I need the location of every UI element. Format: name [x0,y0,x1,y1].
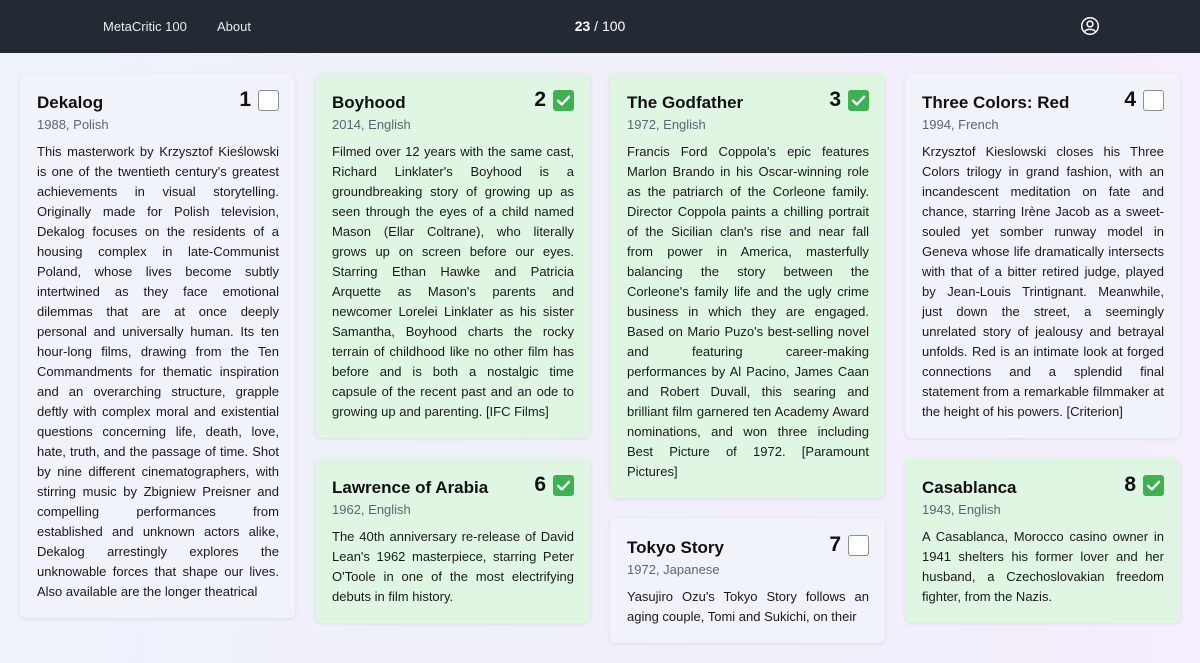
column-4: Three Colors: Red 4 1994, French Krzyszt… [905,73,1180,643]
film-description: This masterwork by Krzysztof Kieślowski … [37,144,279,599]
watched-checkbox[interactable] [258,90,279,111]
top-navbar: MetaCritic 100 About 23 / 100 [0,0,1200,53]
watched-checkbox[interactable] [848,90,869,111]
watched-checkbox[interactable] [848,535,869,556]
progress-current: 23 [574,18,591,34]
film-meta: 1988, Polish [37,117,109,132]
film-card: Boyhood 2 2014, English Filmed over 12 y… [315,73,590,438]
film-description: Krzysztof Kieslowski closes his Three Co… [922,144,1164,419]
user-circle-icon[interactable] [1080,16,1100,36]
watched-checkbox[interactable] [1143,90,1164,111]
film-meta: 1972, Japanese [627,562,720,577]
film-description: Francis Ford Coppola's epic features Mar… [627,144,869,479]
film-title: Casablanca [922,478,1017,497]
film-description: The 40th anniversary re-release of David… [332,529,574,604]
film-card: The Godfather 3 1972, English Francis Fo… [610,73,885,498]
watched-checkbox[interactable] [553,90,574,111]
film-title: Tokyo Story [627,538,724,557]
film-title: Dekalog [37,93,104,112]
watched-checkbox[interactable] [553,475,574,496]
film-rank: 4 [1124,88,1136,111]
film-card: Lawrence of Arabia 6 1962, English The 4… [315,458,590,623]
film-description: Yasujiro Ozu's Tokyo Story follows an ag… [627,589,869,624]
film-title: Boyhood [332,93,406,112]
film-title: Lawrence of Arabia [332,478,489,497]
progress-total: 100 [601,18,626,34]
film-title: The Godfather [627,93,744,112]
film-rank: 3 [829,88,841,111]
film-rank: 2 [534,88,546,111]
film-rank: 1 [239,88,251,111]
film-rank: 6 [534,473,546,496]
film-card: Three Colors: Red 4 1994, French Krzyszt… [905,73,1180,438]
film-title: Three Colors: Red [922,93,1070,112]
progress-counter: 23 / 100 [0,0,1200,53]
film-meta: 2014, English [332,117,411,132]
film-rank: 7 [829,533,841,556]
column-2: Boyhood 2 2014, English Filmed over 12 y… [315,73,590,643]
film-description: Filmed over 12 years with the same cast,… [332,144,574,419]
film-card: Tokyo Story 7 1972, Japanese Yasujiro Oz… [610,518,885,643]
film-meta: 1994, French [922,117,999,132]
column-3: The Godfather 3 1972, English Francis Fo… [610,73,885,663]
film-card: Casablanca 8 1943, English A Casablanca,… [905,458,1180,623]
film-meta: 1962, English [332,502,411,517]
film-meta: 1972, English [627,117,706,132]
film-description: A Casablanca, Morocco casino owner in 19… [922,529,1164,604]
film-rank: 8 [1124,473,1136,496]
film-meta: 1943, English [922,502,1001,517]
progress-separator: / [590,18,602,34]
watched-checkbox[interactable] [1143,475,1164,496]
film-card: Dekalog 1 1988, Polish This masterwork b… [20,73,295,618]
column-1: Dekalog 1 1988, Polish This masterwork b… [20,73,295,638]
